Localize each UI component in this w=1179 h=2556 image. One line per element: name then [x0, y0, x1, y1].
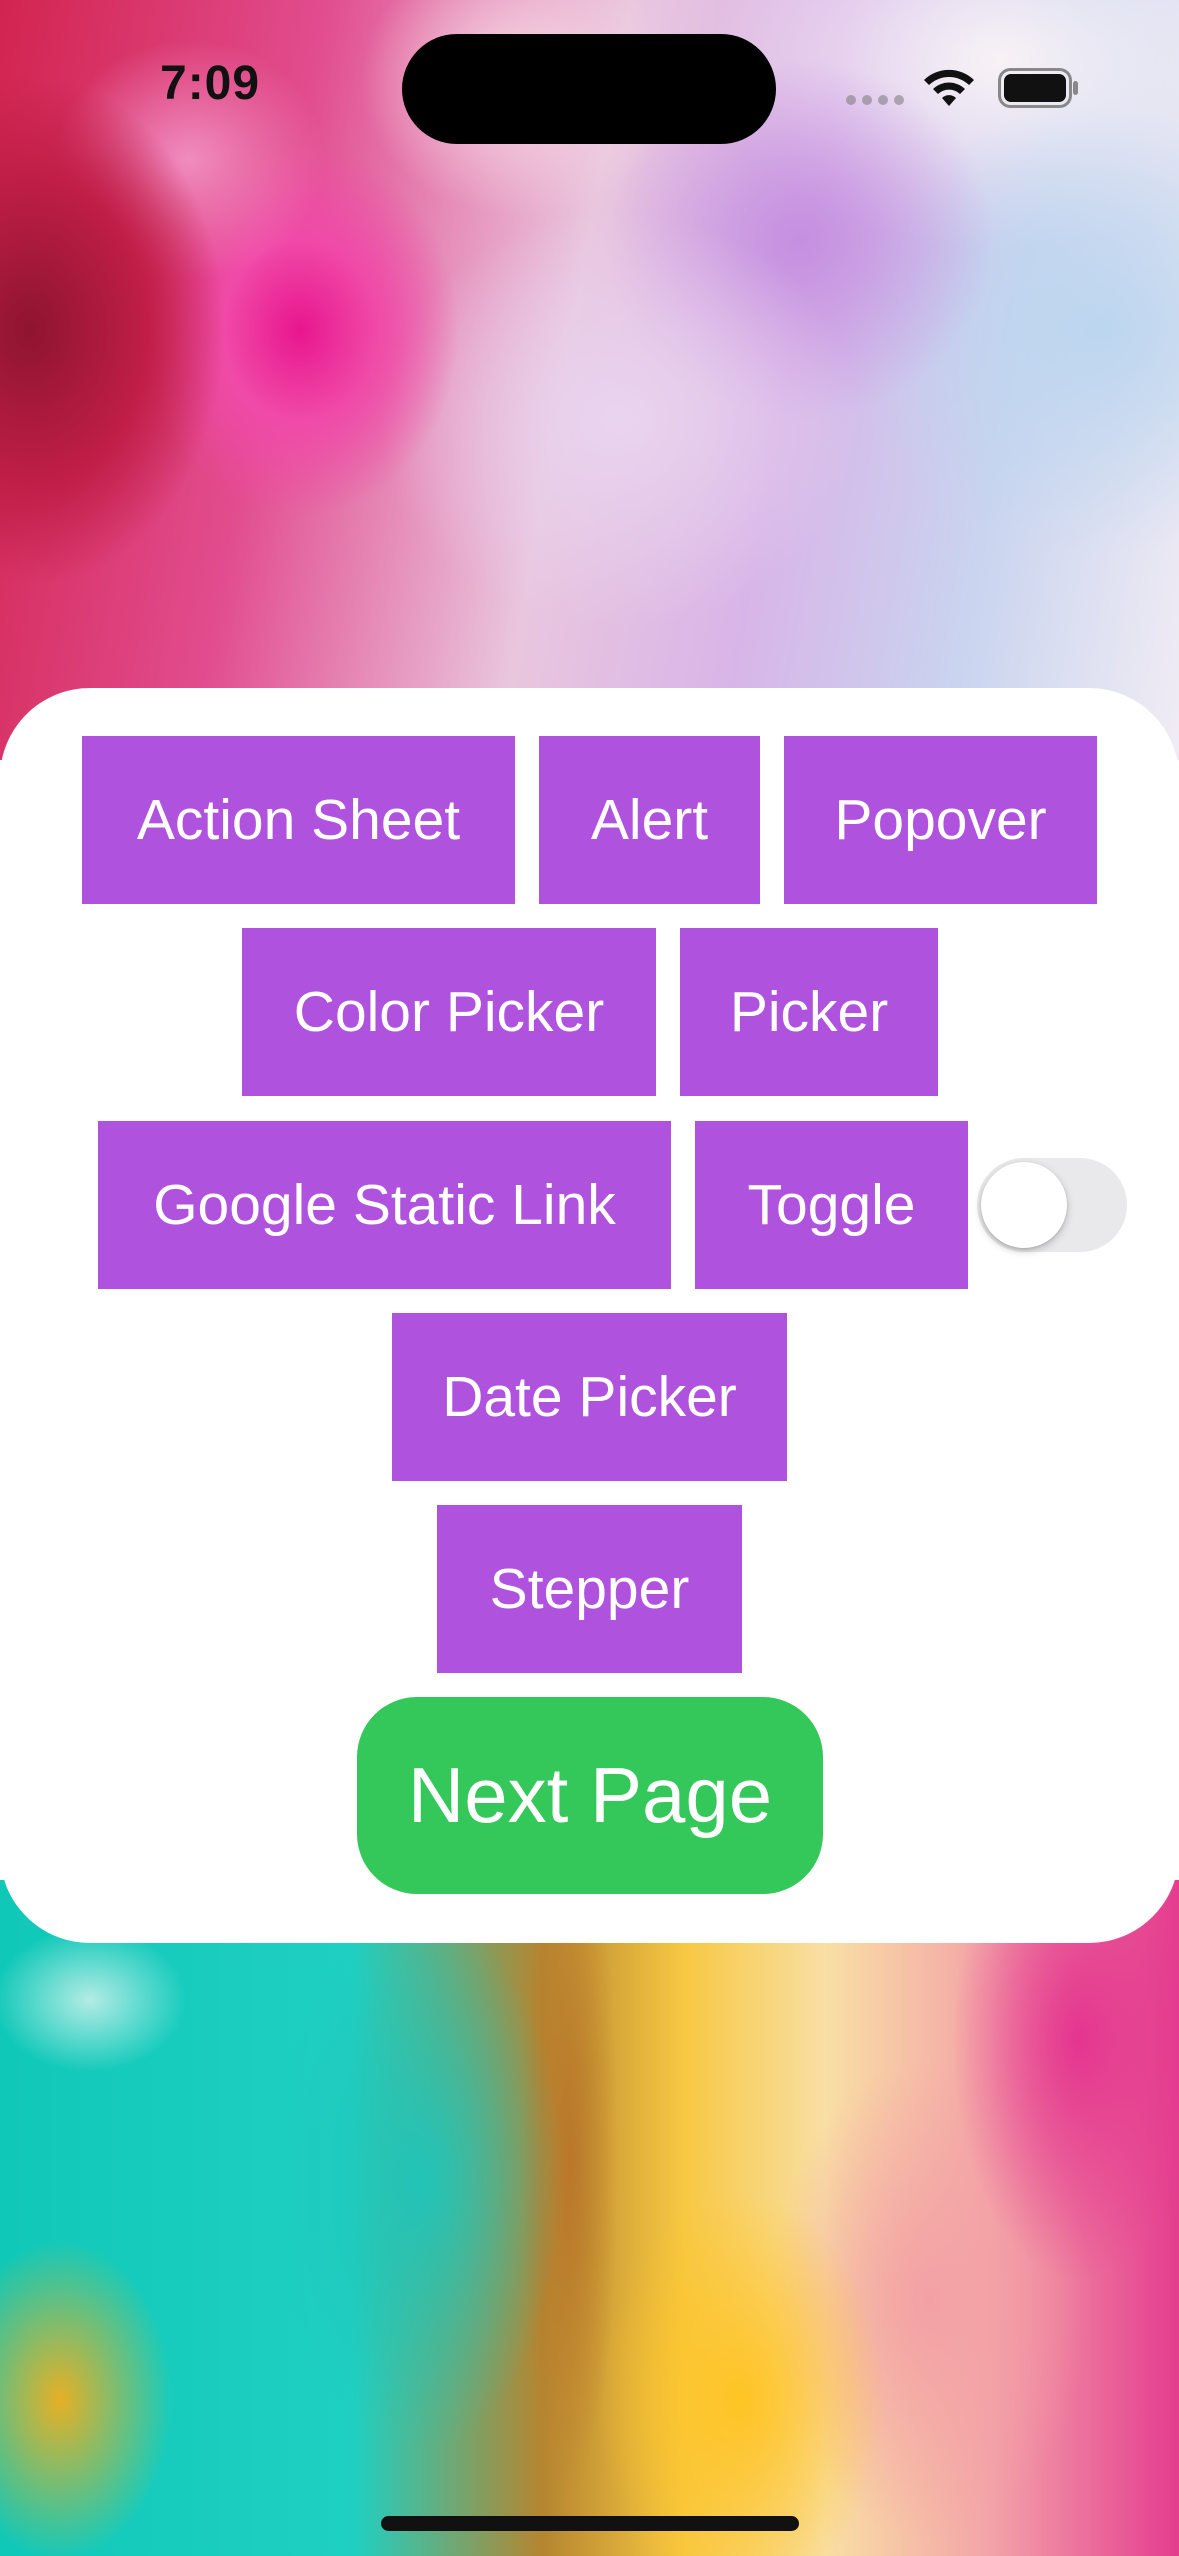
toggle-button[interactable]: Toggle	[695, 1121, 968, 1289]
picker-button[interactable]: Picker	[680, 928, 938, 1096]
home-indicator[interactable]	[381, 2516, 799, 2531]
color-picker-button[interactable]: Color Picker	[242, 928, 656, 1096]
toggle-switch[interactable]	[977, 1158, 1127, 1252]
action-sheet-button[interactable]: Action Sheet	[82, 736, 515, 904]
popover-button[interactable]: Popover	[784, 736, 1097, 904]
date-picker-button[interactable]: Date Picker	[392, 1313, 787, 1481]
background-artwork-bottom	[0, 1880, 1179, 2556]
dynamic-island	[402, 34, 776, 144]
app-screen: 7:09 Action Sheet Alert Popover Color Pi…	[0, 0, 1179, 2556]
stepper-button[interactable]: Stepper	[437, 1505, 742, 1673]
battery-icon	[998, 68, 1078, 108]
cellular-dots-icon	[846, 95, 904, 105]
alert-button[interactable]: Alert	[539, 736, 760, 904]
google-static-link-button[interactable]: Google Static Link	[98, 1121, 671, 1289]
next-page-button[interactable]: Next Page	[357, 1697, 823, 1894]
wifi-icon	[924, 69, 974, 106]
status-bar-time: 7:09	[160, 57, 261, 110]
toggle-switch-knob	[981, 1162, 1067, 1248]
